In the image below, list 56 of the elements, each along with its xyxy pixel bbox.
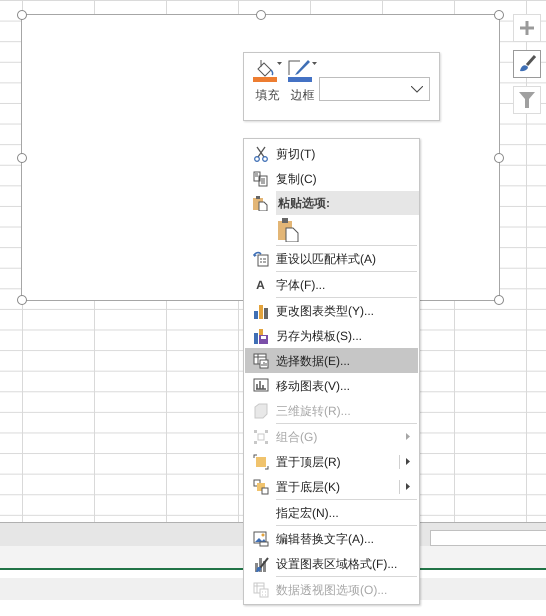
menu-item[interactable]: 剪切(T) (245, 141, 418, 166)
chart-elements-button[interactable] (513, 14, 541, 42)
brush-icon (518, 55, 536, 73)
resize-handle[interactable] (494, 152, 504, 162)
resize-handle[interactable] (17, 295, 27, 305)
resize-handle[interactable] (17, 152, 27, 162)
menu-item[interactable]: 重设以匹配样式(A) (245, 246, 418, 271)
resize-handle[interactable] (494, 295, 504, 305)
group-icon (252, 428, 268, 444)
select-data-icon (252, 352, 268, 368)
clipboard-icon (252, 195, 268, 211)
chart-filters-button[interactable] (513, 86, 541, 114)
menu-section-header: 粘贴选项: (276, 191, 419, 215)
clipboard-icon (277, 218, 299, 242)
submenu-arrow-icon (406, 458, 410, 465)
save-template-icon (252, 328, 268, 344)
menu-item[interactable]: 编辑替换文字(A)... (245, 526, 418, 551)
submenu-arrow-icon (406, 433, 410, 440)
paste-option-button[interactable] (276, 217, 300, 243)
chevron-down-icon (411, 86, 423, 92)
font-icon: A (252, 278, 268, 290)
resize-handle[interactable] (17, 10, 27, 20)
add-icon (520, 21, 534, 35)
move-chart-icon (252, 378, 268, 394)
menu-item[interactable]: 指定宏(N)... (245, 500, 418, 525)
menu-item[interactable]: 复制(C) (245, 166, 418, 191)
copy-icon (252, 170, 268, 186)
menu-item[interactable]: 移动图表(V)... (245, 373, 418, 398)
submenu-arrow-icon (406, 483, 410, 490)
menu-item[interactable]: 置于顶层(R) (245, 449, 418, 474)
bar-chart-icon (252, 302, 268, 318)
resize-handle[interactable] (494, 10, 504, 20)
caret-icon (277, 62, 282, 65)
dropdown-field[interactable] (319, 77, 430, 101)
reset-style-icon (252, 250, 268, 266)
menu-item[interactable]: 设置图表区域格式(F)... (245, 551, 418, 576)
filter-icon (518, 91, 536, 109)
paint-bucket-icon (253, 58, 277, 82)
menu-item[interactable]: 选择数据(E)... (245, 348, 418, 373)
cube-icon (252, 402, 268, 418)
send-back-icon (252, 478, 268, 494)
scissors-icon (252, 146, 268, 162)
border-button[interactable]: 边框 (288, 58, 317, 101)
fill-button[interactable]: 填充 (253, 58, 282, 101)
menu-item[interactable]: A 字体(F)... (245, 272, 418, 297)
chart-styles-button[interactable] (513, 50, 541, 78)
caret-icon (312, 62, 317, 65)
resize-handle[interactable] (256, 10, 266, 20)
pivot-chart-icon (252, 582, 268, 598)
format-icon (252, 556, 268, 572)
menu-item[interactable]: 更改图表类型(Y)... (245, 298, 418, 323)
bring-front-icon (252, 454, 268, 470)
pen-icon (288, 58, 312, 82)
alt-text-icon (252, 530, 268, 546)
menu-item[interactable]: 置于底层(K) (245, 474, 418, 499)
menu-item[interactable]: 另存为模板(S)... (245, 323, 418, 348)
